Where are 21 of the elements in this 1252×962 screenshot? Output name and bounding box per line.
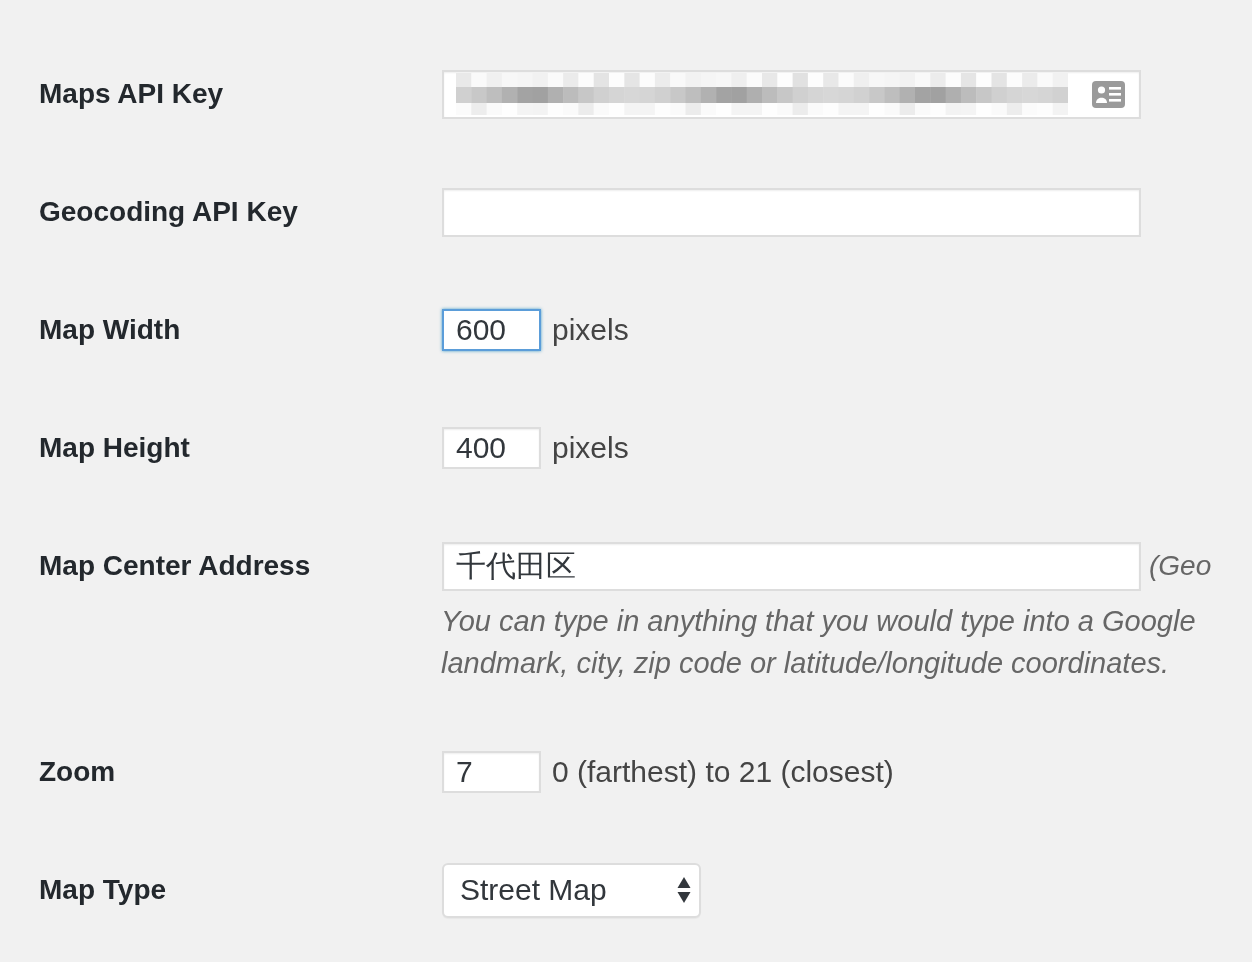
field-label: Maps API Key	[39, 78, 224, 110]
field-label: Zoom	[39, 756, 116, 788]
field-label: Map Center Address	[39, 550, 311, 582]
number-field[interactable]: 600	[442, 309, 541, 351]
number-field[interactable]: 400	[442, 427, 541, 469]
field-description: You can type in anything that you would type into a Google landmark, city, zip code or latitude/longitude coordinates.	[441, 604, 1197, 681]
unit-text: pixels	[552, 313, 629, 347]
field-label: Map Width	[39, 314, 181, 346]
api-key-field[interactable]	[442, 69, 1141, 119]
field-label: Geocoding API Key	[39, 196, 298, 228]
text-field[interactable]: 千代田区	[442, 541, 1141, 591]
text-field[interactable]	[442, 187, 1141, 237]
field-label: Map Height	[39, 432, 190, 464]
field-label: Map Type	[39, 874, 167, 906]
up-down-arrows-icon	[677, 876, 691, 904]
unit-text: 0 (farthest) to 21 (closest)	[552, 755, 894, 789]
unit-text: pixels	[552, 431, 629, 465]
number-field[interactable]: 7	[442, 751, 541, 793]
note-text: (Geo	[1149, 550, 1212, 582]
contact-card-icon[interactable]	[1092, 80, 1125, 108]
select-dropdown[interactable]: Street Map	[442, 862, 701, 918]
